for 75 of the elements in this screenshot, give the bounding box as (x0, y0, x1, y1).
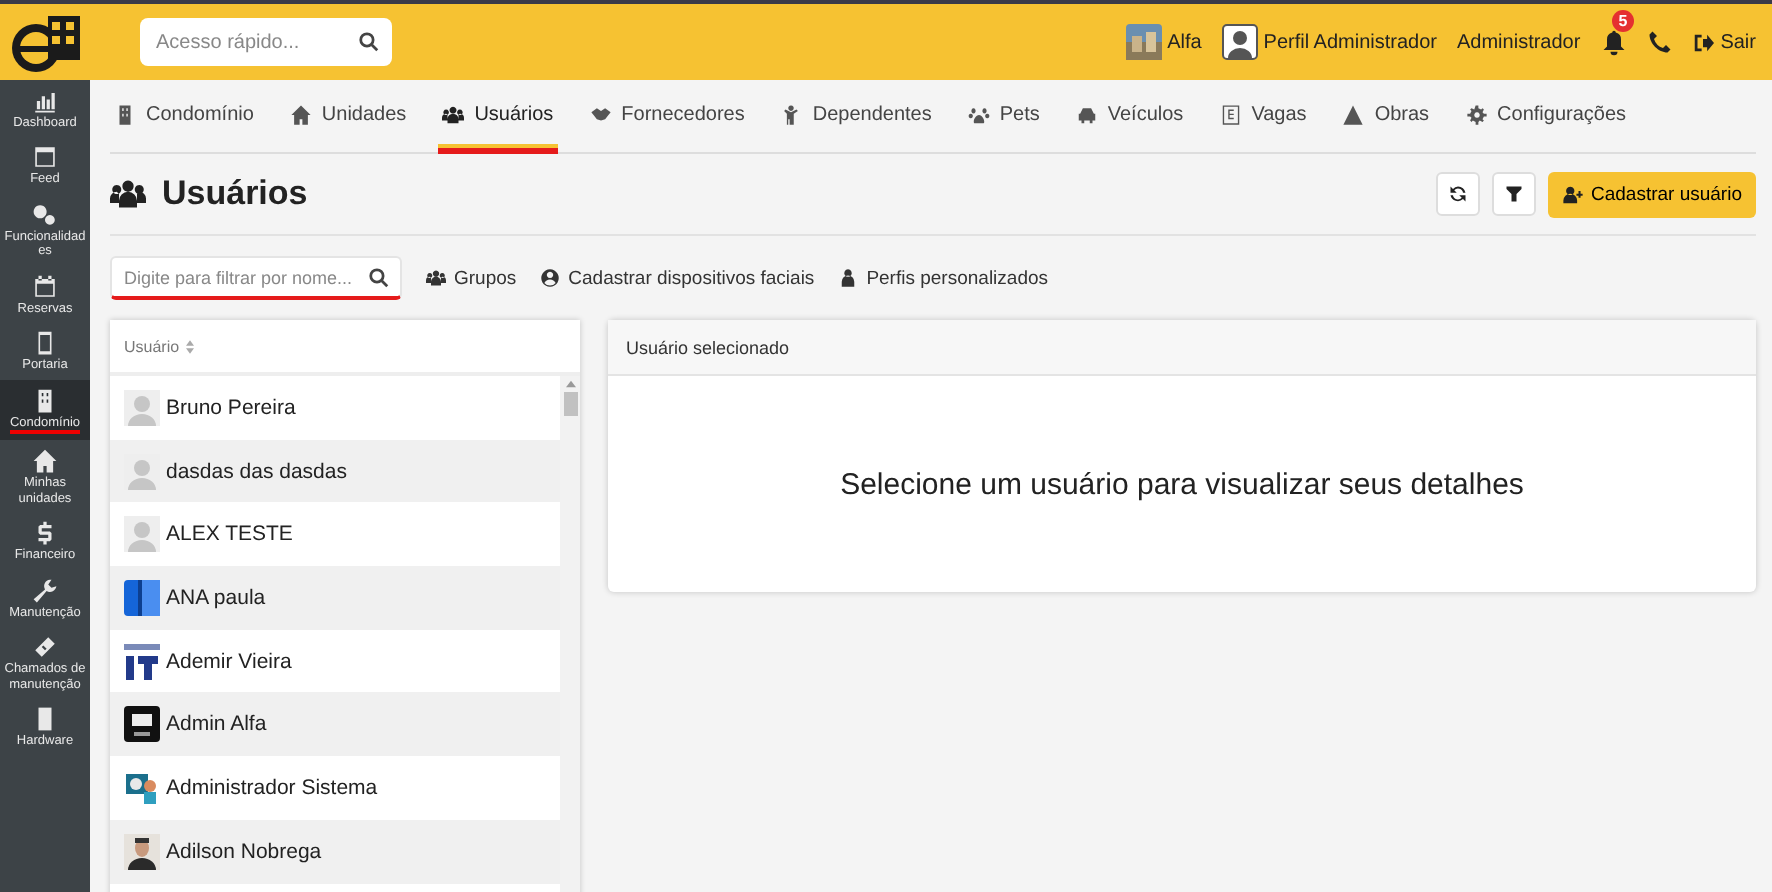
tab[interactable]: Obras (1338, 80, 1434, 154)
user-name: dasdas das dasdas (166, 459, 347, 484)
tab[interactable]: Unidades (285, 80, 411, 154)
tab[interactable]: Vagas (1215, 80, 1311, 154)
tab[interactable]: Condomínio (110, 80, 258, 154)
user-name: ALEX TESTE (166, 522, 293, 547)
user-row[interactable]: ALEX TESTE (110, 502, 560, 567)
wrench-icon (32, 577, 58, 604)
avatar-icon (1221, 24, 1258, 60)
settings-icon (1465, 103, 1488, 125)
users-icon (110, 176, 146, 212)
add-user-icon (1562, 183, 1585, 205)
house-icon (289, 103, 312, 125)
building-icon (114, 103, 136, 125)
logout-icon (1692, 31, 1715, 53)
tab[interactable]: Dependentes (776, 80, 936, 154)
user-row[interactable]: dasdas das dasdas (110, 439, 560, 503)
window-icon (32, 144, 58, 171)
bell-icon[interactable] (1600, 27, 1629, 57)
tab[interactable]: Pets (963, 80, 1044, 154)
user-row[interactable]: Bruno Pereira (110, 376, 560, 440)
warning-icon (1342, 103, 1365, 125)
chart-icon (32, 88, 58, 114)
calendar-icon (32, 273, 58, 300)
notification-badge: 5 (1612, 9, 1634, 31)
condo-name[interactable]: Alfa (1167, 31, 1202, 53)
profile-link[interactable]: Perfil Administrador (1263, 31, 1437, 53)
column-header[interactable]: Usuário (124, 337, 180, 355)
user-row[interactable]: Administrador Sistema (110, 756, 560, 820)
filter-button[interactable] (1492, 172, 1537, 216)
name-filter-field[interactable]: Digite para filtrar por nome... (110, 256, 402, 300)
add-user-button[interactable]: Cadastrar usuário (1548, 171, 1756, 217)
quick-search-field[interactable]: Acesso rápido... (140, 18, 392, 66)
user-name: Bruno Pereira (166, 395, 296, 420)
refresh-button[interactable] (1436, 172, 1481, 216)
avatar-icon (124, 516, 160, 553)
filter-link[interactable]: Grupos (426, 267, 517, 289)
users-icon (442, 103, 465, 125)
user-name[interactable]: Administrador (1457, 31, 1581, 53)
scrollbar[interactable] (560, 376, 580, 892)
filter-icon (1504, 184, 1525, 204)
logout-button[interactable]: Sair (1692, 31, 1756, 53)
avatar-icon (124, 389, 160, 426)
panel-header: Usuário selecionado (608, 320, 1756, 376)
phone-icon[interactable] (1648, 30, 1673, 54)
person-icon (838, 268, 859, 288)
search-icon (358, 31, 380, 53)
user-row[interactable]: ANA paula (110, 566, 560, 630)
house-icon (32, 448, 58, 475)
user-name: Adilson Nobrega (166, 839, 322, 864)
user-row[interactable]: Admin Alfa (110, 692, 560, 757)
filter-link[interactable]: Perfis personalizados (838, 267, 1049, 289)
user-name: ANA paula (166, 585, 266, 610)
filter-link[interactable]: Cadastrar dispositivos faciais (540, 267, 815, 289)
empty-message: Selecione um usuário para visualizar seus detalhes (840, 467, 1524, 501)
ticket-icon (32, 634, 58, 661)
refresh-icon (1448, 184, 1469, 204)
car-icon (1075, 103, 1098, 125)
page-title: Usuários (162, 174, 308, 214)
tab[interactable]: Fornecedores (585, 80, 749, 154)
tab[interactable]: Veículos (1071, 80, 1188, 154)
tab[interactable]: Configurações (1461, 80, 1631, 154)
user-name: Admin Alfa (166, 712, 267, 737)
user-row[interactable]: Adilson Nobrega (110, 819, 560, 883)
tab[interactable]: Usuários (438, 80, 558, 154)
scroll-up-icon[interactable] (565, 380, 575, 388)
paw-icon (967, 103, 990, 125)
letter-e-icon (1219, 103, 1242, 125)
scrollbar-thumb[interactable] (563, 392, 577, 416)
user-name: Administrador Sistema (166, 775, 378, 800)
user-name: Ademir Vieira (166, 649, 292, 674)
search-icon (368, 267, 390, 289)
person-icon (780, 103, 803, 125)
user-row[interactable]: Ademir Vieira (110, 629, 560, 693)
users-icon (426, 268, 446, 288)
